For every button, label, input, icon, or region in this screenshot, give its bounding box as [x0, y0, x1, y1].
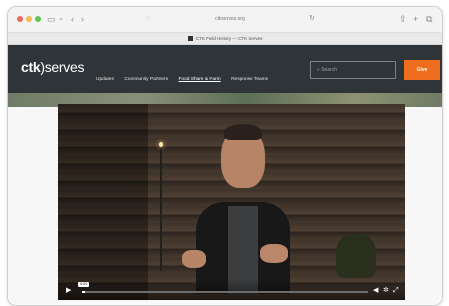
reload-icon[interactable]: ↻ — [309, 12, 315, 26]
search-input[interactable]: ⌕ Search — [310, 61, 396, 79]
address-text: ctkserves.org — [215, 16, 245, 22]
plant — [336, 234, 376, 278]
search-placeholder: Search — [321, 67, 338, 73]
speaker-right-hand — [260, 244, 288, 263]
lamp-stand — [160, 149, 162, 271]
progress-bar[interactable] — [82, 291, 368, 293]
new-tab-icon[interactable]: + — [413, 12, 418, 26]
fullscreen-icon[interactable]: ⤢ — [393, 287, 399, 295]
lamp-light — [159, 142, 163, 147]
chevron-down-icon[interactable]: ⌄ — [58, 12, 64, 26]
give-button[interactable]: Give — [404, 60, 440, 80]
minimize-window-button[interactable] — [26, 16, 32, 22]
site-header: ctk)serves Updates Community Partners Fo… — [8, 45, 442, 93]
nav-community-partners[interactable]: Community Partners — [124, 77, 168, 82]
close-window-button[interactable] — [17, 16, 23, 22]
zoom-window-button[interactable] — [35, 16, 41, 22]
sidebar-icon[interactable]: ▭ — [47, 12, 56, 26]
browser-toolbar: ▭ ⌄ ‹ › ◌ ctkserves.org ↻ ⇪ + ⧉ — [8, 7, 442, 33]
favicon-icon — [187, 36, 193, 42]
video-controls: ▶ 0:00 ◀ ✲ ⤢ — [58, 280, 405, 300]
tabs-icon[interactable]: ⧉ — [426, 12, 432, 26]
time-tooltip: 0:00 — [78, 282, 90, 287]
nav-response-teams[interactable]: Response Teams — [231, 77, 268, 82]
tab-title: CTK Field History — CTK Serves — [195, 36, 263, 41]
nav-updates[interactable]: Updates — [96, 77, 114, 82]
share-icon[interactable]: ⇪ — [399, 12, 407, 26]
nav-food-share-farm[interactable]: Food Share & Farm — [179, 77, 221, 82]
video-player[interactable]: ▶ 0:00 ◀ ✲ ⤢ — [58, 104, 405, 300]
logo-ctk: ctk — [21, 59, 41, 75]
logo-serves: )serves — [40, 59, 85, 75]
search-icon: ⌕ — [317, 67, 320, 73]
speaker-left-hand — [182, 250, 206, 268]
site-logo[interactable]: ctk)serves — [21, 59, 84, 75]
address-bar[interactable]: ctkserves.org — [144, 13, 316, 25]
settings-icon[interactable]: ✲ — [383, 287, 389, 295]
video-shadow — [58, 104, 148, 300]
back-icon[interactable]: ‹ — [71, 12, 74, 26]
tab-active[interactable]: CTK Field History — CTK Serves — [8, 33, 442, 45]
play-icon[interactable]: ▶ — [66, 287, 71, 295]
progress-fill — [82, 291, 85, 293]
speaker-hair — [224, 124, 262, 140]
forward-icon[interactable]: › — [81, 12, 84, 26]
browser-window: ▭ ⌄ ‹ › ◌ ctkserves.org ↻ ⇪ + ⧉ CTK Fiel… — [7, 6, 443, 306]
main-nav: Updates Community Partners Food Share & … — [96, 67, 274, 85]
volume-icon[interactable]: ◀ — [373, 287, 378, 295]
